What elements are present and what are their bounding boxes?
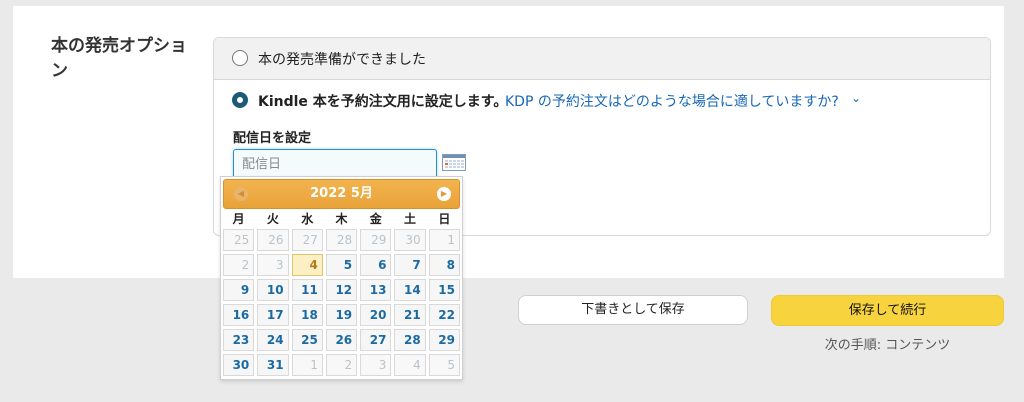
calendar-day[interactable]: 23 [223, 329, 255, 351]
calendar-day[interactable]: 6 [360, 254, 392, 276]
calendar-day-other-month: 25 [223, 229, 255, 251]
calendar-header: ◀ 2022 5月 ▶ [223, 179, 460, 209]
save-continue-button[interactable]: 保存して続行 [771, 295, 1004, 326]
calendar-icon[interactable] [442, 154, 466, 171]
calendar-day[interactable]: 10 [257, 279, 289, 301]
option-preorder-label[interactable]: Kindle 本を予約注文用に設定します。 [258, 91, 507, 111]
calendar-day[interactable]: 7 [394, 254, 426, 276]
calendar-day-today[interactable]: 4 [291, 254, 323, 276]
delivery-date-input[interactable] [233, 149, 437, 179]
calendar-day[interactable]: 9 [223, 279, 255, 301]
calendar-day-other-month: 26 [257, 229, 289, 251]
calendar-day[interactable]: 20 [360, 304, 392, 326]
calendar-day[interactable]: 18 [291, 304, 323, 326]
calendar-day[interactable]: 26 [325, 329, 358, 351]
next-month-button[interactable]: ▶ [437, 187, 451, 201]
weekday-label: 金 [369, 212, 382, 226]
calendar-day[interactable]: 27 [360, 329, 392, 351]
calendar-day[interactable]: 28 [394, 329, 426, 351]
calendar-day[interactable]: 11 [291, 279, 323, 301]
calendar-day[interactable]: 31 [257, 354, 289, 376]
calendar-day-other-month: 27 [291, 229, 323, 251]
calendar-month-title: 2022 5月 [310, 186, 373, 201]
chevron-down-icon[interactable]: ⌄ [851, 91, 861, 105]
calendar-weekdays: 月 火 水 木 金 土 日 [223, 210, 460, 228]
option-ready-row[interactable]: 本の発売準備ができました [214, 38, 990, 80]
date-picker-popup: ◀ 2022 5月 ▶ 月 火 水 木 金 土 日 25 26 27 28 29 30 1 2… [220, 176, 463, 380]
calendar-day[interactable]: 8 [428, 254, 460, 276]
calendar-day[interactable]: 29 [428, 329, 460, 351]
option-ready-label[interactable]: 本の発売準備ができました [258, 49, 426, 69]
publishing-panel: 本の発売オプション 本の発売準備ができました Kindle 本を予約注文用に設定… [13, 6, 1004, 278]
calendar-day-other-month: 1 [428, 229, 460, 251]
next-step-text: 次の手順: コンテンツ [824, 338, 951, 353]
weekday-label: 日 [438, 212, 451, 226]
calendar-day[interactable]: 17 [257, 304, 289, 326]
calendar-day-other-month: 1 [291, 354, 323, 376]
radio-ready[interactable] [232, 50, 248, 66]
calendar-day[interactable]: 21 [394, 304, 426, 326]
section-title: 本の発売オプション [51, 36, 187, 81]
weekday-label: 水 [301, 212, 314, 226]
calendar-day[interactable]: 25 [291, 329, 323, 351]
calendar-day-other-month: 2 [223, 254, 255, 276]
calendar-day[interactable]: 12 [325, 279, 358, 301]
calendar-day[interactable]: 5 [325, 254, 358, 276]
calendar-days-grid: 25 26 27 28 29 30 1 2 3 4 5 6 7 8 9 10 11 12 13 14 15 16 17 18 1… [223, 229, 460, 376]
calendar-day-other-month: 28 [325, 229, 358, 251]
delivery-date-label: 配信日を設定 [233, 131, 312, 146]
calendar-day-other-month: 5 [428, 354, 460, 376]
calendar-day[interactable]: 14 [394, 279, 426, 301]
calendar-day-other-month: 4 [394, 354, 426, 376]
calendar-day[interactable]: 24 [257, 329, 289, 351]
calendar-day[interactable]: 16 [223, 304, 255, 326]
radio-preorder[interactable] [232, 92, 248, 108]
calendar-day[interactable]: 13 [360, 279, 392, 301]
calendar-day-other-month: 3 [360, 354, 392, 376]
chevron-right-icon: ▶ [440, 189, 448, 198]
weekday-label: 火 [266, 212, 279, 226]
weekday-label: 月 [232, 212, 245, 226]
calendar-day[interactable]: 15 [428, 279, 460, 301]
preorder-help-link[interactable]: KDP の予約注文はどのような場合に適していますか? [505, 91, 839, 111]
calendar-day-other-month: 29 [360, 229, 392, 251]
weekday-label: 土 [404, 212, 417, 226]
weekday-label: 木 [335, 212, 348, 226]
save-draft-button[interactable]: 下書きとして保存 [518, 295, 748, 325]
calendar-day-other-month: 30 [394, 229, 426, 251]
calendar-day[interactable]: 19 [325, 304, 358, 326]
calendar-day[interactable]: 30 [223, 354, 255, 376]
calendar-day-other-month: 2 [325, 354, 358, 376]
calendar-day-other-month: 3 [257, 254, 289, 276]
calendar-day[interactable]: 22 [428, 304, 460, 326]
